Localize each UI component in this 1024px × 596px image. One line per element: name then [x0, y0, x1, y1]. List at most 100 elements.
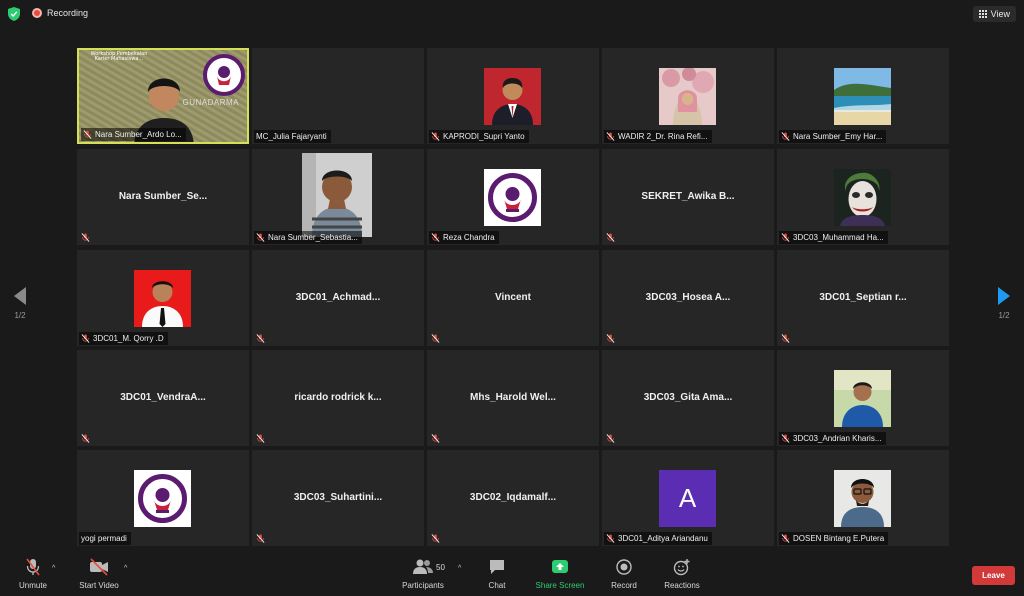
- reactions-icon: [673, 559, 690, 576]
- participant-tile[interactable]: 3DC01_Achmad...: [252, 250, 424, 346]
- participant-tile[interactable]: MC_Julia Fajaryanti: [252, 48, 424, 144]
- participant-tile[interactable]: ricardo rodrick k...: [252, 350, 424, 446]
- participant-tile[interactable]: SEKRET_Awika B...: [602, 149, 774, 245]
- participant-tile[interactable]: 3DC01_M. Qorry .D: [77, 250, 249, 346]
- participant-tile[interactable]: Mhs_Harold Wel...: [427, 350, 599, 446]
- participant-display-name: 3DC03_Hosea A...: [645, 292, 731, 303]
- participant-name-tag: Nara Sumber_Sebastia...: [254, 231, 362, 244]
- muted-mic-icon: [781, 334, 790, 343]
- reactions-button[interactable]: Reactions: [660, 558, 704, 590]
- chat-button[interactable]: Chat: [480, 558, 514, 590]
- participant-name-tag: Nara Sumber_Ardo Lo...: [81, 128, 186, 141]
- participant-tile[interactable]: DOSEN Bintang E.Putera: [777, 450, 949, 546]
- participant-tile[interactable]: yogi permadi: [77, 450, 249, 546]
- participant-tile[interactable]: 3DC02_Iqdamalf...: [427, 450, 599, 546]
- muted-mic-icon: [606, 434, 615, 443]
- security-shield-icon[interactable]: [8, 7, 20, 21]
- record-button[interactable]: Record: [606, 558, 642, 590]
- participant-tile[interactable]: Nara Sumber_Sebastia...: [252, 149, 424, 245]
- share-screen-button[interactable]: Share Screen: [532, 558, 588, 590]
- participant-display-name: 3DC02_Iqdamalf...: [469, 492, 557, 503]
- participant-name-tag: [429, 532, 444, 545]
- muted-mic-icon: [81, 334, 90, 343]
- profile-photo: [484, 68, 541, 125]
- next-page-button[interactable]: 1/2: [989, 287, 1019, 320]
- shared-screen-caption: Workshop Pembekalan Karier Mahasiswa…: [90, 51, 148, 62]
- participant-name-tag: KAPRODI_Supri Yanto: [429, 130, 529, 143]
- participant-name-tag: [604, 432, 619, 445]
- avatar: A: [659, 470, 716, 527]
- participant-name: 3DC03_Muhammad Ha...: [793, 233, 884, 242]
- participant-tile[interactable]: Workshop Pembekalan Karier Mahasiswa… GUN…: [77, 48, 249, 144]
- participant-tile[interactable]: Nara Sumber_Emy Har...: [777, 48, 949, 144]
- participant-name: 3DC03_Andrian Kharis...: [793, 434, 882, 443]
- muted-mic-icon: [81, 233, 90, 242]
- muted-mic-icon: [781, 534, 790, 543]
- participant-tile[interactable]: 3DC01_VendraA...: [77, 350, 249, 446]
- participant-tile[interactable]: 3DC03_Muhammad Ha...: [777, 149, 949, 245]
- participant-name: WADIR 2_Dr. Rina Refi...: [618, 132, 708, 141]
- participant-name: Nara Sumber_Ardo Lo...: [95, 130, 182, 139]
- muted-mic-icon: [256, 334, 265, 343]
- reactions-label: Reactions: [664, 581, 700, 590]
- muted-mic-icon: [606, 534, 615, 543]
- participant-tile[interactable]: 3DC03_Hosea A...: [602, 250, 774, 346]
- participant-tile[interactable]: Reza Chandra: [427, 149, 599, 245]
- start-video-button[interactable]: Start Video: [76, 558, 122, 590]
- video-options-caret-icon[interactable]: ^: [124, 565, 127, 572]
- participant-name: DOSEN Bintang E.Putera: [793, 534, 885, 543]
- unmute-button[interactable]: Unmute: [14, 558, 52, 590]
- participant-name-tag: WADIR 2_Dr. Rina Refi...: [604, 130, 712, 143]
- participant-name: yogi permadi: [81, 534, 127, 543]
- participants-options-caret-icon[interactable]: ^: [458, 565, 461, 572]
- participant-name-tag: 3DC01_Aditya Ariandanu: [604, 532, 712, 545]
- participant-tile[interactable]: A 3DC01_Aditya Ariandanu: [602, 450, 774, 546]
- participant-tile[interactable]: WADIR 2_Dr. Rina Refi...: [602, 48, 774, 144]
- participant-tile[interactable]: KAPRODI_Supri Yanto: [427, 48, 599, 144]
- arrow-left-icon: [14, 287, 26, 305]
- participant-name-tag: [604, 231, 619, 244]
- profile-photo: [659, 68, 716, 125]
- page-indicator-right: 1/2: [998, 311, 1010, 320]
- muted-mic-icon: [781, 132, 790, 141]
- participant-name-tag: Nara Sumber_Emy Har...: [779, 130, 887, 143]
- profile-photo: [484, 169, 541, 226]
- university-logo-icon: [203, 54, 245, 96]
- leave-button[interactable]: Leave: [972, 566, 1015, 585]
- participant-name-tag: [779, 332, 794, 345]
- participants-count: 50: [436, 563, 445, 572]
- participant-tile[interactable]: Vincent: [427, 250, 599, 346]
- participant-tile[interactable]: 3DC01_Septian r...: [777, 250, 949, 346]
- meeting-toolbar: Unmute ^ Start Video ^ Participants 50 ^…: [0, 550, 1024, 596]
- recording-indicator[interactable]: Recording: [32, 8, 88, 18]
- muted-mic-icon: [83, 130, 92, 139]
- participant-name-tag: Reza Chandra: [429, 231, 499, 244]
- share-screen-label: Share Screen: [535, 581, 585, 590]
- muted-mic-icon: [431, 334, 440, 343]
- muted-mic-icon: [431, 132, 440, 141]
- participant-tile[interactable]: 3DC03_Andrian Kharis...: [777, 350, 949, 446]
- participant-tile[interactable]: 3DC03_Suhartini...: [252, 450, 424, 546]
- participant-display-name: Vincent: [495, 292, 531, 303]
- muted-mic-icon: [606, 334, 615, 343]
- participant-name-tag: [254, 432, 269, 445]
- participant-tile[interactable]: Nara Sumber_Se...: [77, 149, 249, 245]
- muted-mic-icon: [606, 132, 615, 141]
- participant-name-tag: 3DC03_Andrian Kharis...: [779, 432, 886, 445]
- participant-display-name: 3DC01_Septian r...: [819, 292, 907, 303]
- profile-photo: [834, 169, 891, 226]
- top-bar: Recording View: [0, 0, 1024, 28]
- view-button[interactable]: View: [972, 6, 1016, 22]
- profile-photo: [302, 153, 372, 237]
- participants-icon: [413, 559, 433, 574]
- participant-display-name: Mhs_Harold Wel...: [470, 392, 556, 403]
- muted-mic-icon: [606, 233, 615, 242]
- participant-name-tag: [429, 432, 444, 445]
- participant-name: Nara Sumber_Emy Har...: [793, 132, 883, 141]
- audio-options-caret-icon[interactable]: ^: [52, 565, 55, 572]
- previous-page-button[interactable]: 1/2: [5, 287, 35, 320]
- participant-tile[interactable]: 3DC03_Gita Ama...: [602, 350, 774, 446]
- muted-mic-icon: [781, 233, 790, 242]
- page-indicator-left: 1/2: [14, 311, 26, 320]
- participant-name-tag: [254, 332, 269, 345]
